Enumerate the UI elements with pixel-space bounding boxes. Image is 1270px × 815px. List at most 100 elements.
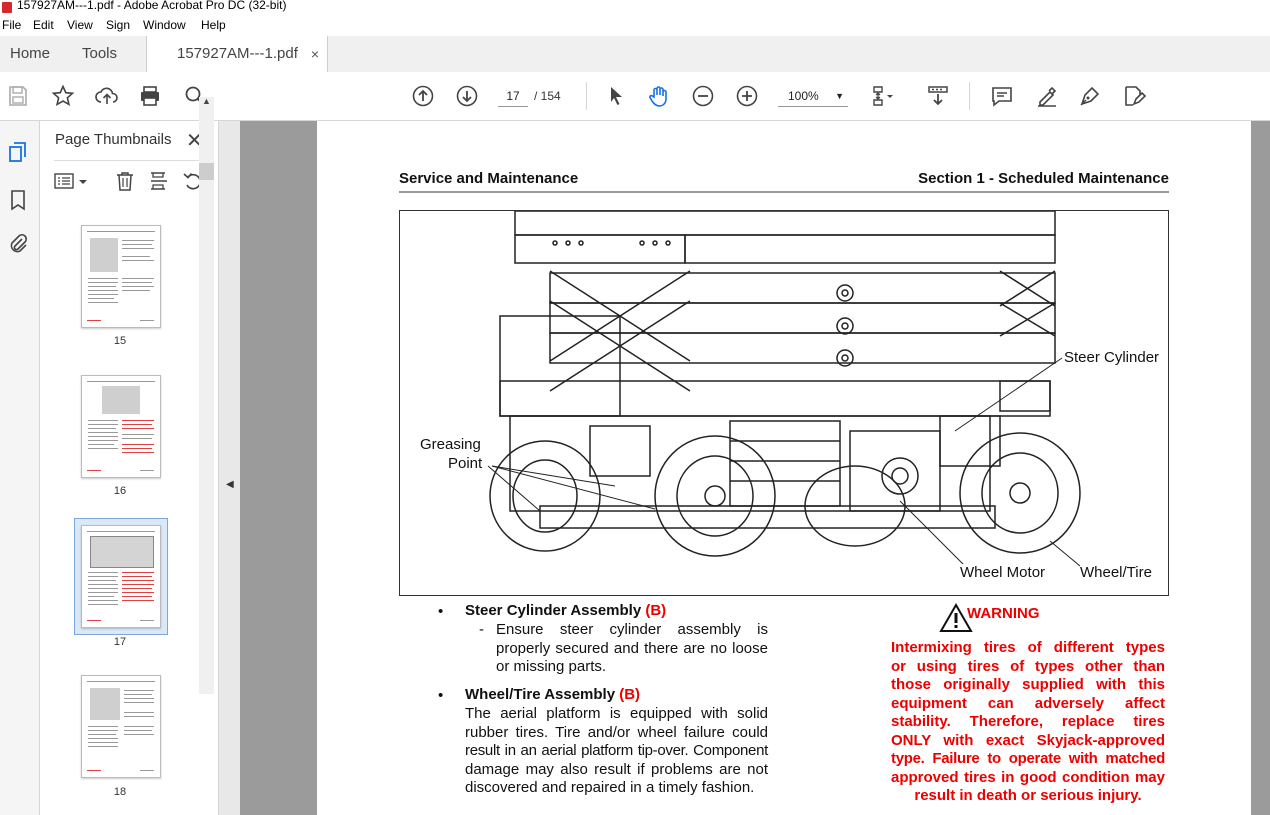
item-wheel-tire-title: Wheel/Tire Assembly (B)	[465, 686, 640, 703]
warning-line: result in death or serious injury.	[914, 787, 1142, 804]
warning-line: Intermixing tires of different types	[891, 639, 1165, 656]
tab-bar: Home Tools 157927AM---1.pdf ×	[0, 36, 1270, 73]
thumbnail-label: 18	[113, 786, 127, 798]
page-fit-icon[interactable]	[871, 84, 895, 108]
item-tag: (B)	[645, 602, 667, 619]
thumbnails-panel: Page Thumbnails ✕ 15 16 17 18	[40, 121, 219, 815]
toolbar-divider	[586, 82, 587, 110]
menu-sign[interactable]: Sign	[106, 18, 130, 32]
acrobat-app-icon	[2, 2, 12, 13]
panel-divider	[54, 160, 208, 161]
dash-bullet: -	[479, 621, 484, 638]
comment-icon[interactable]	[990, 84, 1014, 108]
extract-pages-icon[interactable]	[148, 170, 170, 192]
body-line: discovered and repaired in a timely fash…	[465, 779, 755, 796]
upload-cloud-icon[interactable]	[95, 84, 119, 108]
save-icon[interactable]	[6, 84, 30, 108]
body-line: rubber tires. Tire and/or wheel failure …	[465, 723, 768, 741]
window-title: 157927AM---1.pdf - Adobe Acrobat Pro DC …	[17, 0, 287, 12]
body-line: result in an aerial platform tip-over. C…	[465, 742, 768, 759]
warning-line: ONLY with exact Skyjack-approved	[891, 731, 1165, 749]
hand-tool-icon[interactable]	[647, 84, 671, 108]
print-icon[interactable]	[138, 84, 162, 108]
zoom-out-icon[interactable]	[691, 84, 715, 108]
thumbnail-scrollbar-thumb[interactable]	[199, 163, 214, 180]
scissor-lift-drawing	[487, 211, 1081, 567]
select-cursor-icon[interactable]	[604, 84, 628, 108]
warning-line: type. Failure to operate with matched	[891, 750, 1165, 767]
page-number-input[interactable]: 17	[498, 86, 528, 107]
menu-help[interactable]: Help	[201, 18, 226, 32]
scissor-lift-diagram: Steer Cylinder Greasing Point Wheel Moto…	[399, 210, 1169, 596]
panel-title: Page Thumbnails	[55, 131, 172, 148]
scroll-up-arrow-icon[interactable]: ▲	[202, 96, 211, 106]
tab-tools[interactable]: Tools	[82, 36, 117, 72]
warning-line: those originally supplied with this	[891, 676, 1165, 693]
page-header-left: Service and Maintenance	[399, 170, 579, 187]
item-title-text: Steer Cylinder Assembly	[465, 602, 642, 619]
collapse-panel-handle[interactable]: ◀	[220, 121, 240, 815]
menu-bar: File Edit View Sign Window Help	[0, 16, 1270, 36]
sign-pen-icon[interactable]	[1078, 84, 1102, 108]
thumbnail-page-17[interactable]	[81, 525, 161, 628]
attachments-paperclip-icon[interactable]	[7, 233, 29, 255]
item-wheel-tire-body: The aerial platform is equipped with sol…	[465, 705, 768, 798]
menu-window[interactable]: Window	[143, 18, 186, 32]
zoom-level-value: 100%	[788, 89, 819, 103]
bullet-icon: •	[438, 603, 444, 620]
page-total-label: / 154	[534, 89, 561, 103]
warning-title: WARNING	[967, 605, 1040, 622]
thumbnail-page-16[interactable]	[81, 375, 161, 478]
left-rail	[0, 121, 40, 815]
delete-page-icon[interactable]	[114, 170, 136, 192]
menu-edit[interactable]: Edit	[33, 18, 54, 32]
menu-view[interactable]: View	[67, 18, 93, 32]
tab-home[interactable]: Home	[10, 36, 50, 72]
body-line: properly secured and there are no loose	[496, 639, 768, 657]
tab-close-icon[interactable]: ×	[311, 36, 319, 72]
warning-line: equipment can adversely affect	[891, 694, 1165, 712]
next-page-icon[interactable]	[455, 84, 479, 108]
item-steer-cylinder-title: Steer Cylinder Assembly (B)	[465, 602, 666, 619]
warning-line: stability. Therefore, replace tires	[891, 713, 1165, 730]
thumbnail-label: 15	[113, 335, 127, 347]
warning-text: Intermixing tires of different types or …	[891, 639, 1165, 806]
callout-steer-cylinder: Steer Cylinder	[1064, 349, 1160, 366]
highlight-pen-icon[interactable]	[1035, 84, 1059, 108]
warning-line: approved tires in good condition may	[891, 768, 1165, 786]
title-bar: 157927AM---1.pdf - Adobe Acrobat Pro DC …	[0, 0, 1270, 16]
callout-wheel-tire: Wheel/Tire	[1080, 564, 1152, 581]
body-line: The aerial platform is equipped with sol…	[465, 705, 768, 722]
fill-sign-icon[interactable]	[1122, 84, 1147, 108]
item-title-text: Wheel/Tire Assembly	[465, 686, 616, 703]
zoom-in-icon[interactable]	[735, 84, 759, 108]
thumbnail-options-icon[interactable]	[54, 170, 90, 192]
body-line: damage may also result if problems are n…	[465, 760, 768, 778]
header-rule	[399, 191, 1169, 193]
thumbnail-page-15[interactable]	[81, 225, 161, 328]
thumbnail-scrollbar[interactable]	[199, 97, 214, 694]
page-thumbnails-icon[interactable]	[7, 141, 29, 163]
thumbnail-label: 17	[113, 636, 127, 648]
item-steer-cylinder-body: Ensure steer cylinder assembly is proper…	[496, 621, 768, 677]
bullet-icon: •	[438, 687, 444, 704]
warning-line: or using tires of types other than	[891, 657, 1165, 675]
chevron-down-icon: ▼	[835, 91, 844, 101]
pdf-page: Service and Maintenance Section 1 - Sche…	[317, 121, 1251, 815]
toolbar: 17 / 154 100% ▼	[0, 72, 1270, 121]
menu-file[interactable]: File	[2, 18, 21, 32]
toolbar-divider	[969, 82, 970, 110]
body-line: Ensure steer cylinder assembly is	[496, 621, 768, 638]
thumbnail-label: 16	[113, 485, 127, 497]
callout-wheel-motor: Wheel Motor	[960, 564, 1046, 581]
scroll-mode-icon[interactable]	[926, 84, 950, 108]
callout-greasing: Greasing	[420, 436, 481, 453]
collapse-left-arrow-icon: ◀	[226, 479, 234, 490]
previous-page-icon[interactable]	[411, 84, 435, 108]
bookmarks-icon[interactable]	[7, 189, 29, 211]
bookmark-star-icon[interactable]	[51, 84, 75, 108]
zoom-level-select[interactable]: 100% ▼	[778, 86, 848, 107]
item-tag: (B)	[619, 686, 641, 703]
tab-document[interactable]: 157927AM---1.pdf ×	[146, 36, 328, 73]
thumbnail-page-18[interactable]	[81, 675, 161, 778]
